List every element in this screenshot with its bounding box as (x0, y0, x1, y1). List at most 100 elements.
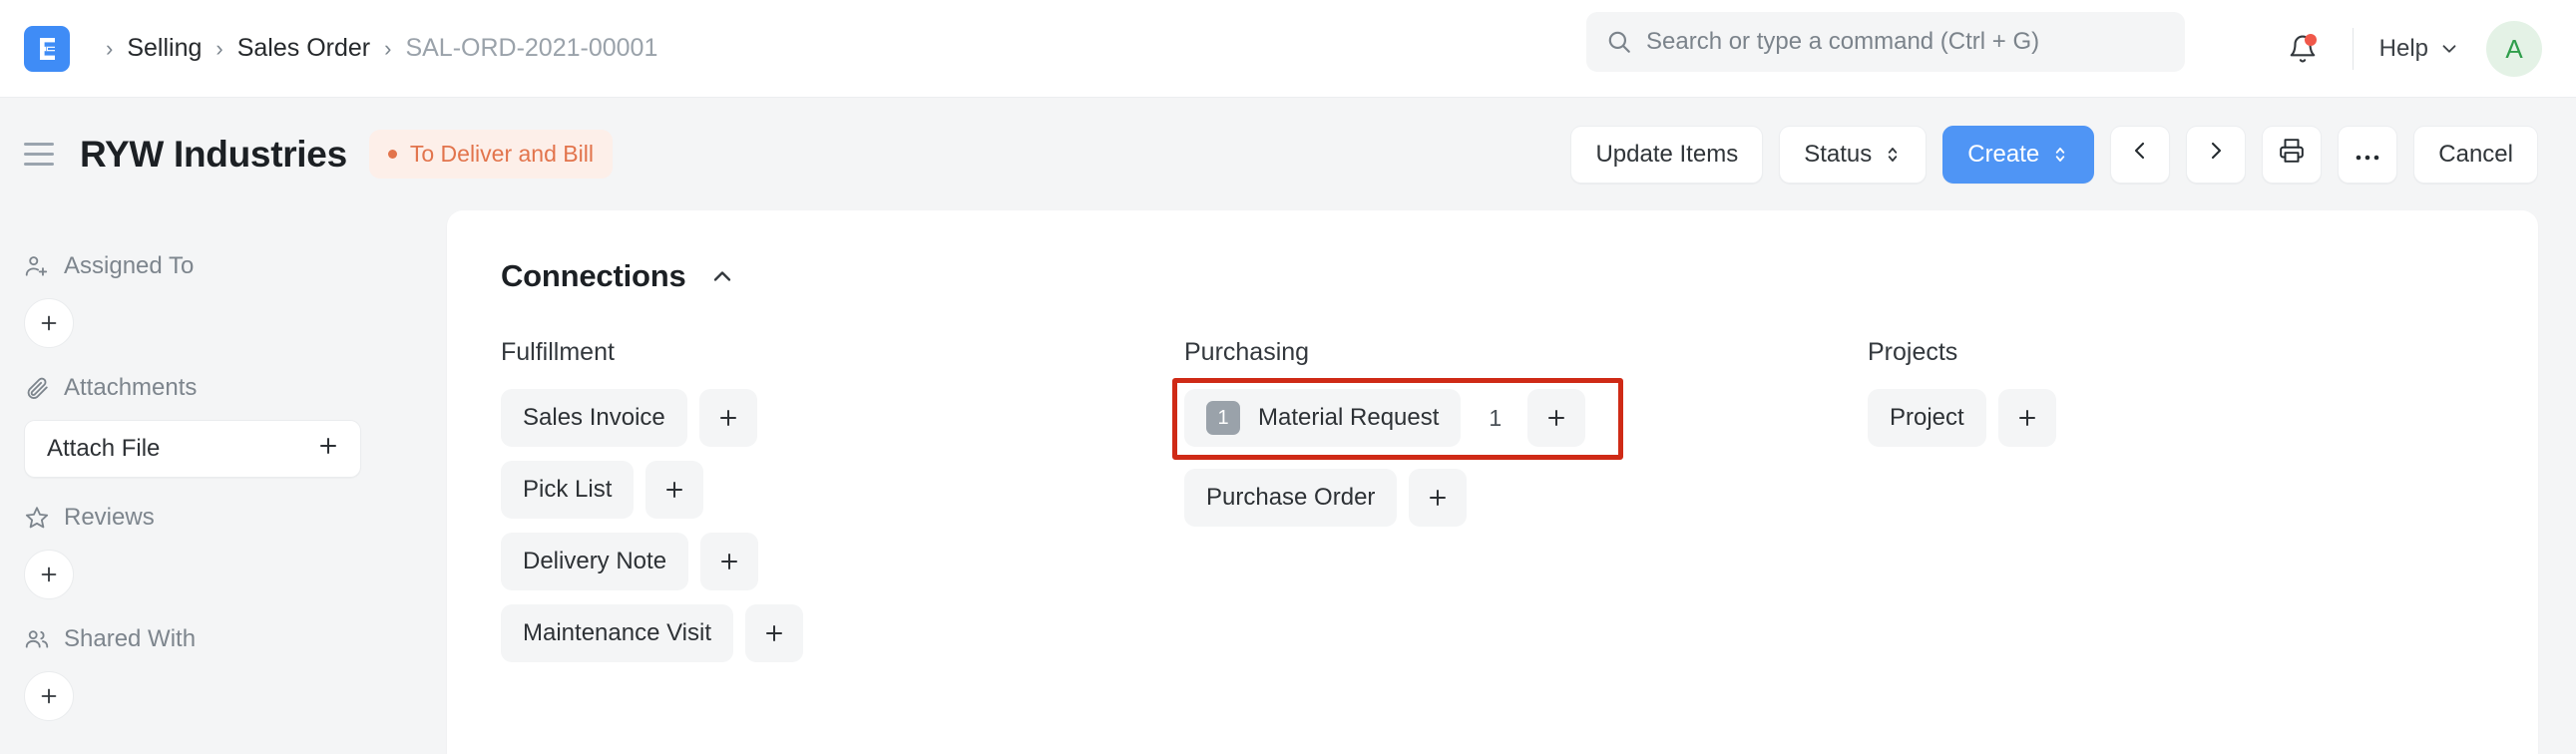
connection-label: Maintenance Visit (523, 619, 711, 646)
attach-file-button[interactable]: Attach File (24, 420, 361, 478)
add-sales-invoice-button[interactable] (698, 389, 757, 447)
print-button[interactable] (2262, 125, 2323, 184)
sidebar: Assigned To Attachments Attach File Revi… (0, 210, 447, 754)
sidebar-section-attachments: Attachments Attach File (24, 374, 409, 478)
notifications-button[interactable] (2279, 25, 2327, 73)
create-button-label: Create (1967, 140, 2040, 168)
connection-row-purchase-order: Purchase Order (1184, 469, 1868, 527)
page-title: RYW Industries (80, 133, 347, 175)
search-input[interactable] (1646, 28, 2165, 56)
avatar[interactable]: A (2486, 21, 2542, 77)
breadcrumb: › Selling › Sales Order › SAL-ORD-2021-0… (92, 34, 657, 63)
add-delivery-note-button[interactable] (700, 533, 759, 590)
connection-row-pick-list: Pick List (501, 461, 1184, 519)
page-body: Assigned To Attachments Attach File Revi… (0, 210, 2576, 754)
cancel-button[interactable]: Cancel (2413, 125, 2538, 184)
page-actions: Update Items Status Create Cancel (1570, 98, 2538, 210)
connection-row-maintenance-visit: Maintenance Visit (501, 604, 1184, 662)
avatar-initial: A (2505, 33, 2523, 64)
erpnext-logo-icon[interactable] (24, 25, 70, 72)
connections-column-fulfillment: Fulfillment Sales Invoice Pick List Deli… (501, 338, 1184, 676)
connection-link-material-request[interactable]: 1 Material Request (1184, 389, 1462, 447)
users-icon (24, 626, 50, 652)
connections-card: Connections Fulfillment Sales Invoice Pi… (447, 210, 2538, 754)
global-search[interactable] (1586, 12, 2185, 72)
connection-label: Material Request (1258, 404, 1440, 431)
navbar-right-actions: Help A (2279, 0, 2542, 98)
select-updown-icon (1884, 144, 1902, 166)
connection-label: Purchase Order (1206, 484, 1376, 511)
sidebar-section-shared-with: Shared With (24, 625, 409, 721)
column-title: Purchasing (1184, 338, 1310, 366)
connection-link-pick-list[interactable]: Pick List (501, 461, 635, 519)
sidebar-section-reviews: Reviews (24, 504, 409, 599)
add-review-button[interactable] (24, 550, 74, 599)
add-assignment-button[interactable] (24, 298, 74, 348)
connection-count: 1 (1489, 404, 1503, 431)
connections-column-purchasing: Purchasing 1 Material Request 1 Purchase… (1172, 338, 1868, 676)
printer-icon (2279, 138, 2305, 171)
connection-link-project[interactable]: Project (1868, 389, 1986, 447)
breadcrumb-item-current: SAL-ORD-2021-00001 (405, 34, 658, 62)
attach-file-label: Attach File (47, 435, 161, 462)
sidebar-section-title: Assigned To (64, 252, 195, 279)
connection-link-purchase-order[interactable]: Purchase Order (1184, 469, 1398, 527)
connection-label: Delivery Note (523, 548, 667, 574)
connection-count-badge: 1 (1206, 401, 1240, 435)
help-label: Help (2378, 35, 2428, 62)
connection-row-project: Project (1868, 389, 2484, 447)
sidebar-section-header: Shared With (24, 625, 409, 653)
column-title: Projects (1868, 338, 1958, 366)
connection-link-maintenance-visit[interactable]: Maintenance Visit (501, 604, 733, 662)
sidebar-section-header: Attachments (24, 374, 409, 402)
connection-link-delivery-note[interactable]: Delivery Note (501, 533, 689, 590)
chevron-left-icon (2128, 139, 2152, 170)
breadcrumb-item-selling[interactable]: Selling (127, 34, 202, 63)
add-maintenance-visit-button[interactable] (745, 604, 803, 662)
search-icon (1606, 29, 1632, 55)
connections-header: Connections (501, 258, 2484, 294)
breadcrumb-separator: › (106, 35, 114, 61)
sidebar-section-header: Assigned To (24, 252, 409, 280)
breadcrumb-item-sales-order[interactable]: Sales Order (237, 34, 370, 63)
sidebar-section-assigned-to: Assigned To (24, 252, 409, 348)
add-project-button[interactable] (1997, 389, 2056, 447)
chevron-right-icon (2204, 139, 2228, 170)
connection-link-sales-invoice[interactable]: Sales Invoice (501, 389, 687, 447)
connections-column-projects: Projects Project (1868, 338, 2484, 676)
help-menu-button[interactable]: Help (2379, 35, 2460, 63)
add-pick-list-button[interactable] (645, 461, 704, 519)
status-badge: To Deliver and Bill (368, 130, 613, 179)
status-button-label: Status (1804, 140, 1873, 168)
top-navbar: › Selling › Sales Order › SAL-ORD-2021-0… (0, 0, 2576, 98)
more-options-button[interactable] (2338, 125, 2398, 184)
main-content: Connections Fulfillment Sales Invoice Pi… (447, 210, 2576, 754)
chevron-up-icon[interactable] (708, 262, 736, 290)
sidebar-section-title: Reviews (64, 504, 155, 531)
connection-row-material-request: 1 Material Request 1 (1172, 378, 1868, 460)
cancel-label: Cancel (2438, 140, 2513, 168)
sidebar-section-header: Reviews (24, 504, 409, 532)
status-dot-icon (387, 150, 397, 159)
add-share-button[interactable] (24, 671, 74, 721)
sidebar-section-title: Attachments (64, 374, 198, 401)
breadcrumb-separator: › (384, 35, 392, 61)
notification-badge-dot (2304, 34, 2317, 46)
connections-columns: Fulfillment Sales Invoice Pick List Deli… (501, 338, 2484, 676)
update-items-button[interactable]: Update Items (1570, 125, 1764, 184)
status-button[interactable]: Status (1779, 125, 1928, 184)
column-title: Fulfillment (501, 338, 615, 366)
paperclip-icon (24, 375, 50, 401)
sidebar-section-title: Shared With (64, 625, 197, 652)
add-material-request-button[interactable] (1527, 389, 1586, 447)
breadcrumb-separator: › (215, 35, 223, 61)
ellipsis-icon (2355, 141, 2380, 169)
star-icon (24, 505, 50, 531)
add-purchase-order-button[interactable] (1409, 469, 1468, 527)
connection-label: Sales Invoice (523, 404, 665, 431)
next-document-button[interactable] (2186, 125, 2247, 184)
plus-icon (316, 434, 340, 465)
previous-document-button[interactable] (2110, 125, 2171, 184)
hamburger-menu-icon[interactable] (24, 138, 58, 172)
create-button[interactable]: Create (1942, 125, 2095, 184)
